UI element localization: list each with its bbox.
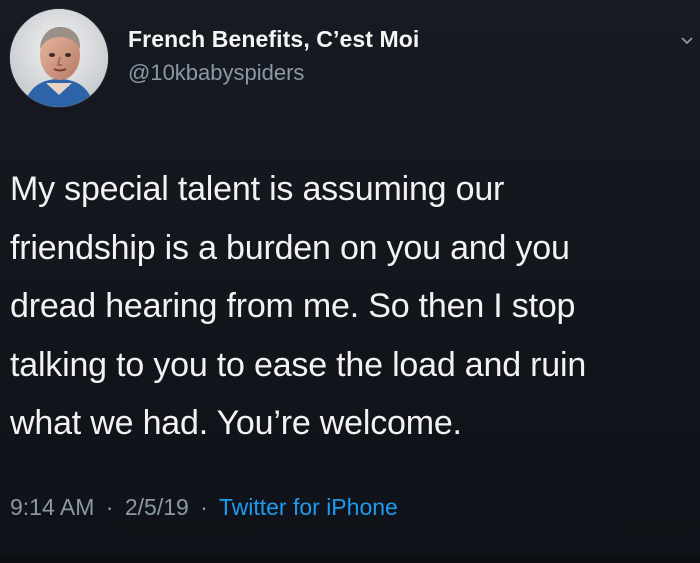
meta-separator: · xyxy=(200,494,208,520)
chevron-down-icon[interactable] xyxy=(680,34,694,48)
tweet-card: French Benefits, C’est Moi @10kbabyspide… xyxy=(0,0,700,563)
tweet-source-link[interactable]: Twitter for iPhone xyxy=(219,494,398,520)
avatar[interactable] xyxy=(10,9,108,107)
tweet-time[interactable]: 9:14 AM xyxy=(10,494,94,520)
tweet-text-line: friendship is a burden on you and you xyxy=(10,228,570,267)
tweet-text-line: what we had. You’re welcome. xyxy=(10,404,462,442)
profile-photo-icon xyxy=(10,9,108,107)
display-name[interactable]: French Benefits, C’est Moi xyxy=(128,26,419,53)
tweet-text-line: dread hearing from me. So then I stop xyxy=(10,287,576,325)
tweet-text: My special talent is assuming our friend… xyxy=(10,160,690,453)
tweet-date[interactable]: 2/5/19 xyxy=(125,494,189,520)
user-handle[interactable]: @10kbabyspiders xyxy=(128,60,304,86)
meta-separator: · xyxy=(105,494,114,520)
tweet-text-line: talking to you to ease the load and ruin xyxy=(10,345,587,384)
tweet-meta: 9:14 AM · 2/5/19 · Twitter for iPhone xyxy=(10,494,398,521)
bottom-divider xyxy=(0,556,700,563)
tweet-text-line: My special talent is assuming our xyxy=(10,170,505,208)
